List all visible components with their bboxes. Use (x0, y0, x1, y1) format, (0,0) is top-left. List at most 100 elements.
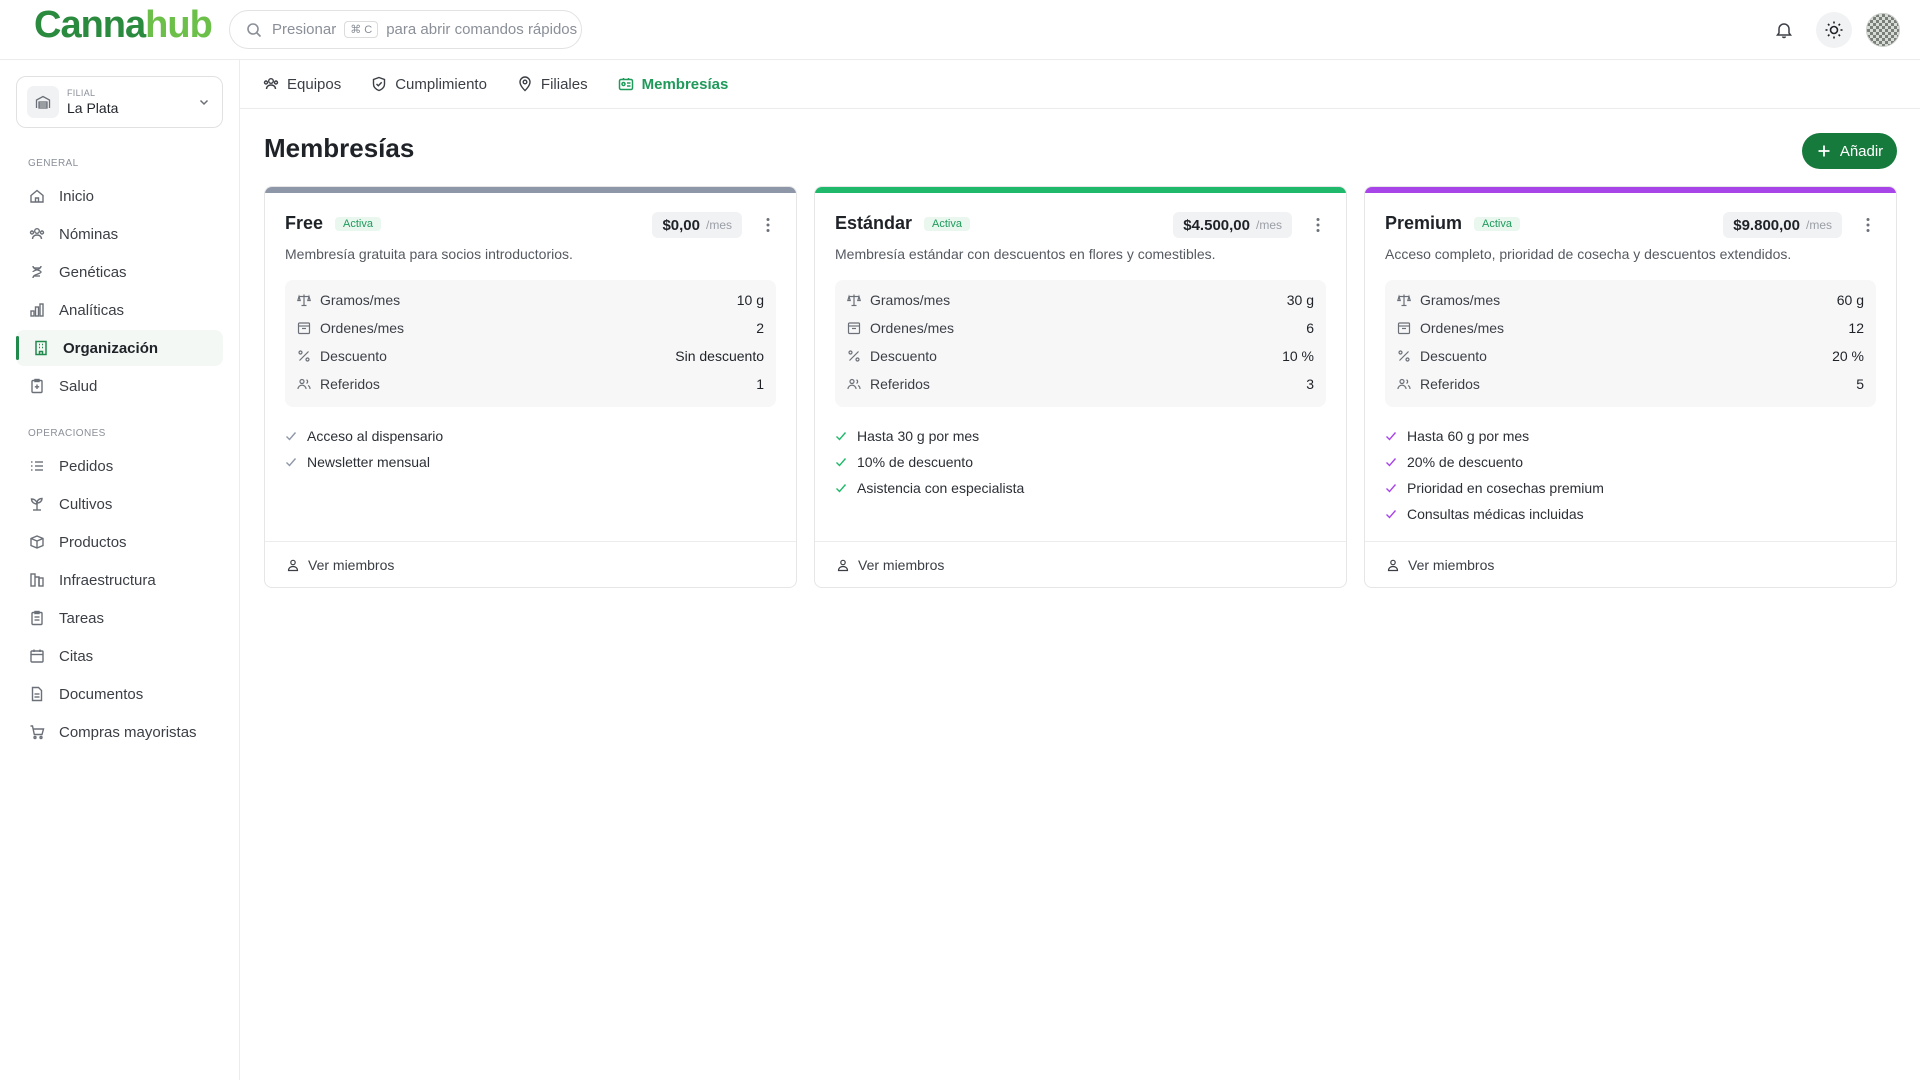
more-options-icon[interactable] (766, 217, 770, 233)
order-box-icon (1397, 321, 1411, 335)
check-icon (285, 456, 299, 468)
more-options-icon[interactable] (1316, 217, 1320, 233)
sidebar-item-cultivos[interactable]: Cultivos (16, 486, 223, 522)
view-members-link[interactable]: Ver miembros (265, 541, 796, 587)
org-tabs: Equipos Cumplimiento Filiales Membresías (240, 60, 1920, 109)
membership-card-estandar: Estándar Activa $4.500,00 /mes Membresía… (814, 186, 1347, 588)
notifications-button[interactable] (1766, 12, 1802, 48)
shield-check-icon (371, 76, 387, 92)
tab-equipos[interactable]: Equipos (263, 76, 341, 93)
users-icon (1386, 558, 1400, 572)
stat-value: 5 (1856, 376, 1864, 392)
infrastructure-icon (28, 571, 46, 589)
clipboard-check-icon (28, 609, 46, 627)
sidebar-item-label: Analíticas (59, 301, 125, 319)
view-members-link[interactable]: Ver miembros (815, 541, 1346, 587)
plan-name: Free (285, 213, 324, 233)
stat-value: 10 % (1282, 348, 1314, 364)
sidebar-item-nominas[interactable]: Nóminas (16, 216, 223, 252)
sidebar-item-geneticas[interactable]: Genéticas (16, 254, 223, 290)
add-membership-button[interactable]: Añadir (1802, 133, 1897, 169)
stat-row-discount: Descuento 20 % (1397, 342, 1864, 370)
feature-text: Prioridad en cosechas premium (1407, 480, 1604, 496)
price-pill: $9.800,00 /mes (1723, 212, 1842, 238)
card-accent-band (1365, 187, 1896, 193)
stat-value: 12 (1848, 320, 1864, 336)
feature-text: Hasta 30 g por mes (857, 428, 980, 444)
tab-filiales[interactable]: Filiales (517, 76, 588, 93)
sidebar-item-label: Cultivos (59, 495, 113, 513)
stat-value: Sin descuento (675, 348, 764, 364)
price-amount: $9.800,00 (1733, 216, 1800, 234)
percent-icon (847, 349, 861, 363)
logo-text-part1: Canna (34, 4, 146, 46)
plus-icon (1816, 143, 1832, 159)
sidebar-item-label: Genéticas (59, 263, 127, 281)
building-icon (32, 339, 50, 357)
check-icon (1385, 482, 1399, 494)
check-icon (835, 430, 849, 442)
price-period: /mes (1805, 218, 1832, 232)
check-icon (835, 456, 849, 468)
sidebar-item-salud[interactable]: Salud (16, 368, 223, 404)
command-search[interactable]: Presionar ⌘ C para abrir comandos rápido… (229, 10, 582, 49)
chevron-down-icon (198, 96, 210, 108)
sidebar-item-tareas[interactable]: Tareas (16, 600, 223, 636)
plan-features: Hasta 30 g por mes 10% de descuento Asis… (835, 423, 1024, 501)
feature-text: Asistencia con especialista (857, 480, 1025, 496)
user-avatar[interactable] (1866, 13, 1900, 47)
feature-item: 10% de descuento (835, 449, 1024, 475)
search-prefix: Presionar (272, 21, 337, 38)
sidebar-item-compras-mayoristas[interactable]: Compras mayoristas (16, 714, 223, 750)
sidebar-item-infraestructura[interactable]: Infraestructura (16, 562, 223, 598)
feature-text: 10% de descuento (857, 454, 973, 470)
stat-label: Descuento (320, 348, 387, 364)
scale-icon (297, 293, 311, 307)
stat-label: Descuento (1420, 348, 1487, 364)
price-amount: $0,00 (662, 216, 700, 234)
stat-row-grams: Gramos/mes 60 g (1397, 286, 1864, 314)
check-icon (1385, 508, 1399, 520)
sidebar-item-label: Infraestructura (59, 571, 156, 589)
view-members-label: Ver miembros (1408, 556, 1495, 573)
users-icon (28, 225, 46, 243)
stat-value: 6 (1306, 320, 1314, 336)
sidebar-item-productos[interactable]: Productos (16, 524, 223, 560)
status-badge: Activa (924, 216, 970, 231)
order-box-icon (847, 321, 861, 335)
view-members-link[interactable]: Ver miembros (1365, 541, 1896, 587)
page-title: Membresías (264, 133, 415, 163)
nav-general: Inicio Nóminas Genéticas Analíticas Orga… (16, 178, 223, 406)
more-options-icon[interactable] (1866, 217, 1870, 233)
logo[interactable]: Canna hub (34, 4, 213, 54)
sidebar-item-organizacion[interactable]: Organización (16, 330, 223, 366)
branch-value: La Plata (67, 100, 119, 116)
calendar-icon (28, 647, 46, 665)
sidebar-item-citas[interactable]: Citas (16, 638, 223, 674)
feature-text: Acceso al dispensario (307, 428, 444, 444)
home-icon (28, 187, 46, 205)
cart-icon (28, 723, 46, 741)
sidebar-item-analiticas[interactable]: Analíticas (16, 292, 223, 328)
team-icon (263, 76, 279, 92)
sidebar-item-inicio[interactable]: Inicio (16, 178, 223, 214)
sun-icon (1824, 20, 1844, 40)
stat-row-discount: Descuento 10 % (847, 342, 1314, 370)
price-pill: $0,00 /mes (652, 212, 742, 238)
tab-membresias[interactable]: Membresías (618, 76, 728, 93)
branch-selector[interactable]: FILIAL La Plata (16, 76, 223, 128)
plan-description: Membresía gratuita para socios introduct… (285, 246, 573, 262)
feature-item: Hasta 30 g por mes (835, 423, 1024, 449)
sidebar-item-documentos[interactable]: Documentos (16, 676, 223, 712)
tab-cumplimiento[interactable]: Cumplimiento (371, 76, 487, 93)
stat-label: Referidos (1420, 376, 1480, 392)
tab-label: Cumplimiento (395, 75, 487, 93)
percent-icon (1397, 349, 1411, 363)
sidebar-item-pedidos[interactable]: Pedidos (16, 448, 223, 484)
stat-row-grams: Gramos/mes 10 g (297, 286, 764, 314)
sidebar-item-label: Salud (59, 377, 98, 395)
stat-value: 2 (756, 320, 764, 336)
feature-item: Acceso al dispensario (285, 423, 443, 449)
stat-label: Descuento (870, 348, 937, 364)
theme-toggle-button[interactable] (1816, 12, 1852, 48)
